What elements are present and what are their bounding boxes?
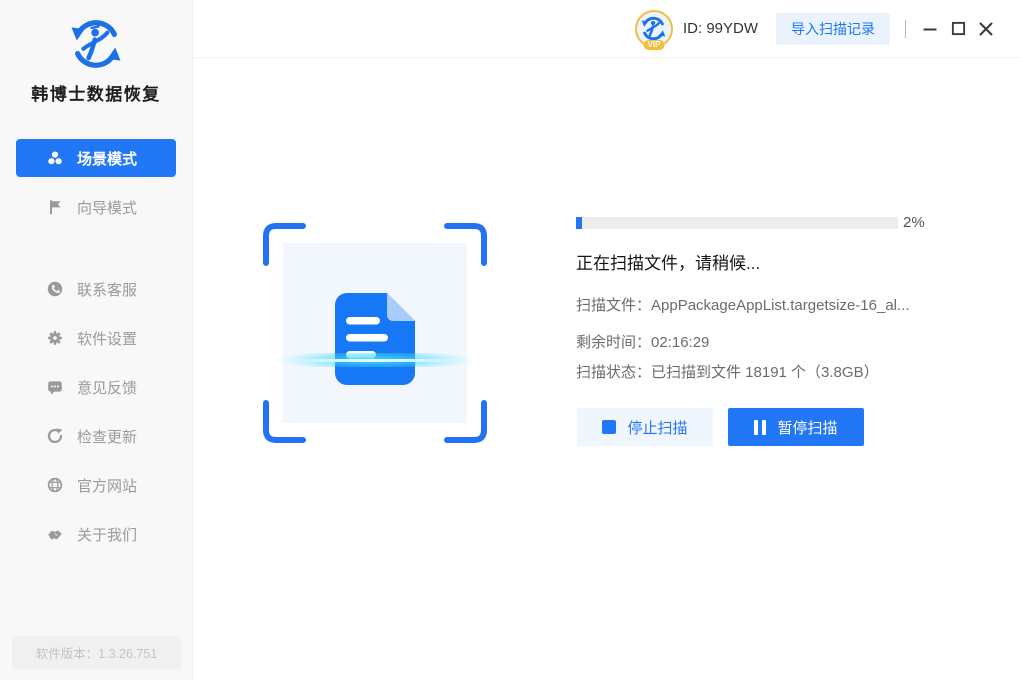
titlebar-divider bbox=[905, 19, 906, 38]
scan-file-line: 扫描文件：AppPackageAppList.targetsize-16_al.… bbox=[576, 297, 910, 314]
app-logo-icon bbox=[66, 16, 126, 72]
sidebar-item-label: 场景模式 bbox=[77, 150, 138, 168]
titlebar: VIP ID: 99YDW 导入扫描记录 bbox=[194, 0, 1020, 58]
pause-icon bbox=[754, 419, 767, 435]
feedback-icon bbox=[48, 381, 62, 395]
close-button[interactable] bbox=[972, 15, 1000, 43]
pause-scan-button[interactable]: 暂停扫描 bbox=[728, 408, 864, 446]
handshake-icon bbox=[48, 530, 62, 540]
progress-track bbox=[576, 216, 898, 229]
vip-badge: VIP bbox=[643, 39, 665, 50]
import-scan-records-button[interactable]: 导入扫描记录 bbox=[776, 12, 890, 45]
sidebar-item-official-website[interactable]: 官方网站 bbox=[16, 466, 176, 504]
sidebar-item-feedback[interactable]: 意见反馈 bbox=[16, 368, 176, 406]
gear-icon bbox=[48, 331, 62, 345]
scan-status-title: 正在扫描文件，请稍候... bbox=[576, 254, 761, 273]
globe-icon bbox=[47, 477, 63, 493]
sidebar-item-label: 意见反馈 bbox=[77, 379, 138, 397]
sidebar-item-label: 官方网站 bbox=[77, 477, 138, 495]
app-title: 韩博士数据恢复 bbox=[31, 85, 161, 104]
minimize-button[interactable] bbox=[916, 15, 944, 43]
close-icon bbox=[979, 22, 993, 35]
stop-scan-label: 停止扫描 bbox=[627, 419, 688, 437]
scan-state-line: 扫描状态：已扫描到文件 18191 个（3.8GB） bbox=[576, 364, 879, 381]
app-version: 软件版本：1.3.26.751 bbox=[12, 636, 181, 669]
progress-fill bbox=[576, 216, 583, 229]
pause-scan-label: 暂停扫描 bbox=[777, 419, 838, 437]
document-icon bbox=[335, 293, 415, 385]
sidebar-item-wizard-mode[interactable]: 向导模式 bbox=[16, 188, 176, 226]
sidebar-item-label: 软件设置 bbox=[77, 330, 138, 348]
stop-scan-button[interactable]: 停止扫描 bbox=[577, 408, 713, 446]
scenes-icon bbox=[48, 151, 62, 165]
stop-icon bbox=[602, 420, 617, 434]
update-icon bbox=[47, 428, 63, 444]
sidebar-item-label: 检查更新 bbox=[77, 428, 138, 446]
remaining-time-line: 剩余时间：02:16:29 bbox=[576, 334, 710, 351]
user-id: ID: 99YDW bbox=[682, 20, 758, 37]
sidebar-item-check-update[interactable]: 检查更新 bbox=[16, 417, 176, 455]
sidebar-item-settings[interactable]: 软件设置 bbox=[16, 319, 176, 357]
scan-controls: 停止扫描 暂停扫描 bbox=[577, 408, 864, 446]
progress-percent: 2% bbox=[903, 214, 925, 231]
scan-animation bbox=[253, 223, 497, 443]
scan-beam-core bbox=[267, 358, 483, 362]
scan-beam bbox=[253, 353, 497, 367]
sidebar-item-label: 关于我们 bbox=[77, 526, 138, 544]
sidebar-item-label: 联系客服 bbox=[77, 281, 138, 299]
phone-icon bbox=[47, 281, 63, 297]
nav-group-gap bbox=[0, 237, 192, 259]
sidebar-item-scene-mode[interactable]: 场景模式 bbox=[16, 139, 176, 177]
sidebar-item-contact-support[interactable]: 联系客服 bbox=[16, 270, 176, 308]
progress-bar-row: 2% bbox=[576, 214, 925, 231]
minimize-icon bbox=[923, 28, 937, 30]
sidebar-item-about-us[interactable]: 关于我们 bbox=[16, 515, 176, 553]
sidebar-nav: 场景模式 向导模式 联系客服 软件设置 意见反馈 检查更新 官方网站 关于我们 bbox=[0, 139, 192, 553]
flag-icon bbox=[50, 200, 61, 215]
user-avatar[interactable]: VIP bbox=[634, 9, 673, 50]
maximize-icon bbox=[951, 21, 965, 36]
sidebar: 韩博士数据恢复 场景模式 向导模式 联系客服 软件设置 意见反馈 检查更新 官方… bbox=[0, 0, 193, 680]
scan-progress-panel: 2% 正在扫描文件，请稍候... 扫描文件：AppPackageAppList.… bbox=[194, 59, 1020, 680]
maximize-button[interactable] bbox=[944, 15, 972, 43]
sidebar-item-label: 向导模式 bbox=[77, 199, 138, 217]
